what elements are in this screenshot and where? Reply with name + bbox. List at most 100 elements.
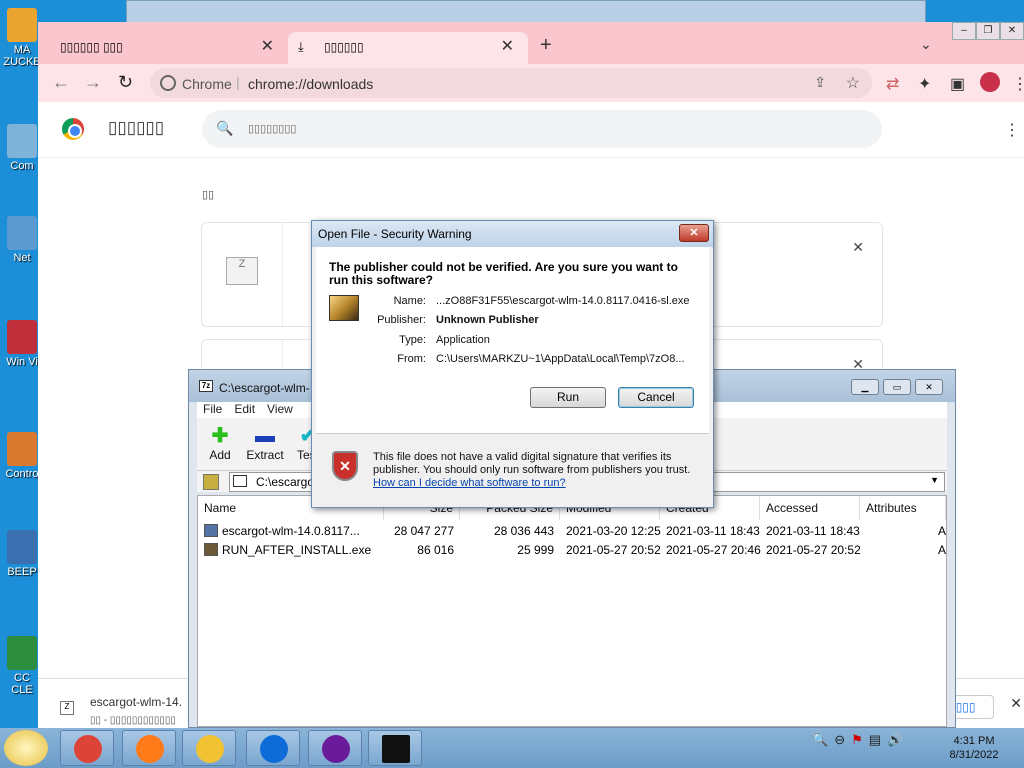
taskbar-folder-button[interactable] <box>182 730 236 766</box>
desktop-icon[interactable]: BEEP <box>2 530 42 578</box>
desktop-shortcut-icon <box>7 216 37 250</box>
menu-edit[interactable]: Edit <box>234 402 255 418</box>
taskbar-teamviewer-button[interactable] <box>246 730 300 766</box>
extensions-puzzle-icon[interactable]: ✦ <box>918 74 931 94</box>
desktop-icon-label: CC CLE <box>11 672 33 696</box>
new-tab-button[interactable]: + <box>540 34 552 57</box>
7zip-close-button[interactable]: ✕ <box>915 379 943 395</box>
search-downloads-input[interactable]: 🔍 ▯▯▯▯▯▯▯▯ <box>202 110 882 148</box>
window-controls: – ❐ ✕ <box>952 22 1024 40</box>
desktop-shortcut-icon <box>7 636 37 670</box>
cell-size: 28 047 277 <box>393 524 454 538</box>
remove-download-close-icon[interactable]: ✕ <box>852 239 864 256</box>
extract-button[interactable]: ▬ Extract <box>243 424 287 462</box>
run-button[interactable]: Run <box>530 387 606 408</box>
tab-2-label: ▯▯▯▯▯▯ <box>324 40 364 54</box>
column-attributes[interactable]: Attributes <box>860 496 946 520</box>
page-menu-icon[interactable]: ⋮ <box>1004 120 1020 140</box>
cell-accessed: 2021-05-27 20:52 <box>766 543 861 557</box>
menu-view[interactable]: View <box>267 402 293 418</box>
bookmark-star-icon[interactable]: ☆ <box>846 73 860 93</box>
desktop-shortcut-icon <box>7 8 37 42</box>
tab-2-close-icon[interactable]: ✕ <box>501 32 514 62</box>
forward-arrow-icon[interactable]: → <box>84 72 102 93</box>
profile-avatar[interactable] <box>980 72 1000 92</box>
clock-date: 8/31/2022 <box>949 749 999 761</box>
display-icon[interactable]: ▤ <box>869 732 881 748</box>
taskbar-7zip-button[interactable] <box>368 730 422 766</box>
taskbar-firefox-button[interactable] <box>122 730 176 766</box>
cell-name: escargot-wlm-14.0.8117... <box>222 524 360 538</box>
field-from-value: C:\Users\MARKZU~1\AppData\Local\Temp\7zO… <box>436 353 685 365</box>
desktop-icon[interactable]: Com <box>2 124 42 172</box>
desktop-shortcut-icon <box>7 530 37 564</box>
cancel-button[interactable]: Cancel <box>618 387 694 408</box>
path-dropdown-icon[interactable]: ▼ <box>930 475 939 485</box>
desktop-shortcut-icon <box>7 432 37 466</box>
desktop-icon[interactable]: Contro <box>2 432 42 480</box>
field-name-value: ...zO88F31F55\escargot-wlm-14.0.8117.041… <box>436 295 690 307</box>
start-button[interactable] <box>4 730 48 766</box>
firefox-icon <box>136 735 164 763</box>
desktop-icon[interactable]: CC CLE <box>2 636 42 696</box>
add-button[interactable]: ✚ Add <box>205 424 235 462</box>
translate-icon[interactable]: ⇄ <box>886 74 899 94</box>
desktop-icon[interactable]: Net <box>2 216 42 264</box>
table-row[interactable]: escargot-wlm-14.0.8117... 28 047 277 28 … <box>198 522 946 540</box>
extract-minus-icon: ▬ <box>255 425 275 447</box>
shelf-file-icon: Z <box>60 701 74 715</box>
minimize-button[interactable]: – <box>952 22 976 40</box>
downloads-header: ▯▯▯▯▯▯ 🔍 ▯▯▯▯▯▯▯▯ ⋮ <box>38 102 1024 158</box>
file-zip-icon: Z <box>226 257 258 285</box>
7zip-window-controls: ▁ ▭ ✕ <box>851 379 943 395</box>
column-accessed[interactable]: Accessed <box>760 496 860 520</box>
tab-search-chevron-icon[interactable]: ⌄ <box>920 36 932 53</box>
menu-file[interactable]: File <box>203 402 222 418</box>
more-menu-icon[interactable]: ⋮ <box>1012 74 1024 94</box>
7zip-minimize-button[interactable]: ▁ <box>851 379 879 395</box>
maximize-button[interactable]: ❐ <box>976 22 1000 40</box>
7zip-title: C:\escargot-wlm- <box>219 381 310 395</box>
action-center-icon[interactable]: ⚑ <box>851 732 863 748</box>
share-icon[interactable]: ⇪ <box>814 74 826 91</box>
taskbar-chrome-button[interactable] <box>60 730 114 766</box>
desktop-icon[interactable]: MA ZUCKE <box>2 8 42 68</box>
folder-up-icon[interactable] <box>203 474 219 490</box>
close-button[interactable]: ✕ <box>1000 22 1024 40</box>
help-link[interactable]: How can I decide what software to run? <box>373 477 566 489</box>
reload-icon[interactable]: ↻ <box>118 72 133 93</box>
dialog-close-button[interactable]: ✕ <box>679 224 709 242</box>
search-placeholder: ▯▯▯▯▯▯▯▯ <box>248 123 297 135</box>
desktop-icon-label: BEEP <box>7 566 37 578</box>
tab-1-close-icon[interactable]: ✕ <box>261 32 274 62</box>
field-type-value: Application <box>436 334 490 346</box>
chrome-icon <box>74 735 102 763</box>
address-bar[interactable]: Chrome | chrome://downloads ⇪ ☆ <box>150 68 872 98</box>
shelf-file-status: ▯▯ - ▯▯▯▯▯▯▯▯▯▯▯▯ <box>90 715 176 726</box>
extract-label: Extract <box>246 448 284 462</box>
exe-file-icon <box>204 543 218 556</box>
desktop-shortcut-icon <box>7 124 37 158</box>
add-label: Add <box>209 448 231 462</box>
network-icon[interactable]: ⊖ <box>834 732 845 748</box>
desktop-icon-label: Net <box>13 252 31 264</box>
cell-name: RUN_AFTER_INSTALL.exe <box>222 543 372 557</box>
shelf-close-icon[interactable]: ✕ <box>1010 695 1022 712</box>
side-panel-icon[interactable]: ▣ <box>950 74 965 94</box>
shield-warning-icon: ✕ <box>332 451 358 481</box>
shelf-file-name[interactable]: escargot-wlm-14. <box>90 695 190 709</box>
back-arrow-icon[interactable]: ← <box>52 72 70 93</box>
volume-icon[interactable]: 🔊 <box>887 732 903 748</box>
dialog-body: The publisher could not be verified. Are… <box>316 247 709 433</box>
taskbar-yahoo-button[interactable] <box>308 730 362 766</box>
page-title: ▯▯▯▯▯▯ <box>108 118 165 137</box>
cell-packed: 25 999 <box>517 543 554 557</box>
7zip-maximize-button[interactable]: ▭ <box>883 379 911 395</box>
desktop-icon[interactable]: Win Vi <box>2 320 42 368</box>
clock[interactable]: 4:31 PM 8/31/2022 <box>936 734 1012 762</box>
search-icon[interactable]: 🔍 <box>812 732 828 748</box>
table-row[interactable]: RUN_AFTER_INSTALL.exe 86 016 25 999 2021… <box>198 541 946 559</box>
chrome-logo-icon <box>62 118 84 140</box>
exe-file-icon <box>204 524 218 537</box>
cell-packed: 28 036 443 <box>493 524 554 538</box>
